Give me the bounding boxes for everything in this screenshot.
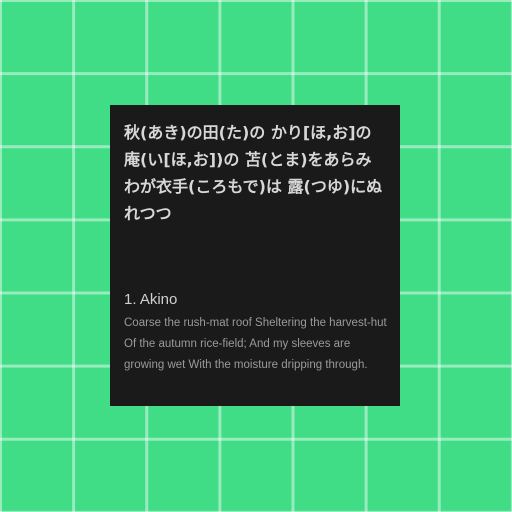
poem-title: 1. Akino [124, 291, 178, 308]
poem-text: 秋(あき)の田(た)の かり[ほ,お]の庵(い[ほ,お])の 苫(とま)をあらみ… [124, 123, 383, 223]
page-background: { "card": { "poem": "秋(あき)の田(た)の かり[ほ,お]… [0, 0, 512, 512]
poem-translation: Coarse the rush-mat roof Sheltering the … [124, 317, 387, 371]
poem-card: 秋(あき)の田(た)の かり[ほ,お]の庵(い[ほ,お])の 苫(とま)をあらみ… [110, 105, 400, 406]
